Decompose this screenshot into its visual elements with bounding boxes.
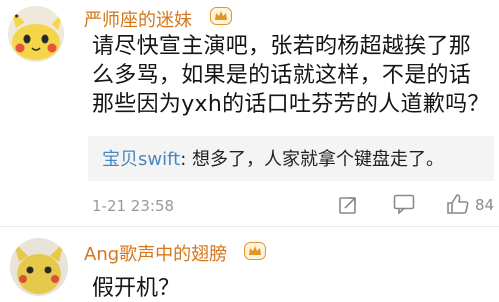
comment-body: 请尽快宣主演吧，张若昀杨超越挨了那 么多骂，如果是的话就这样，不是的话 那些因为… (92, 32, 492, 119)
comment-body: 假开机？ (92, 276, 181, 301)
comment-line: 么多骂，如果是的话就这样，不是的话 (92, 63, 472, 88)
pikachu-avatar-icon (10, 238, 68, 296)
like-count: 84 (475, 196, 495, 214)
crown-badge-icon (210, 7, 232, 25)
reply-preview[interactable]: 宝贝swift: 想多了，人家就拿个键盘走了。 (88, 136, 494, 181)
commenter-avatar[interactable] (10, 238, 68, 296)
comment-divider (0, 226, 499, 227)
share-icon[interactable] (338, 195, 358, 215)
comment-timestamp: 1-21 23:58 (92, 197, 175, 215)
commenter-avatar[interactable] (8, 6, 64, 62)
reply-content: : 想多了，人家就拿个键盘走了。 (180, 149, 444, 170)
commenter-username[interactable]: Ang歌声中的翅膀 (84, 240, 227, 266)
like-icon[interactable] (446, 193, 470, 215)
commenter-username[interactable]: 严师座的迷妹 (84, 6, 192, 32)
crown-badge-icon (244, 242, 266, 260)
comment-icon[interactable] (393, 194, 415, 214)
comment-line: 那些因为yxh的话口吐芬芳的人道歉吗？ (92, 92, 490, 117)
comment-line: 请尽快宣主演吧，张若昀杨超越挨了那 (92, 34, 472, 59)
pikachu-avatar-icon (8, 6, 64, 62)
reply-author[interactable]: 宝贝swift (102, 149, 180, 170)
reply-text: 宝贝swift: 想多了，人家就拿个键盘走了。 (102, 145, 444, 171)
